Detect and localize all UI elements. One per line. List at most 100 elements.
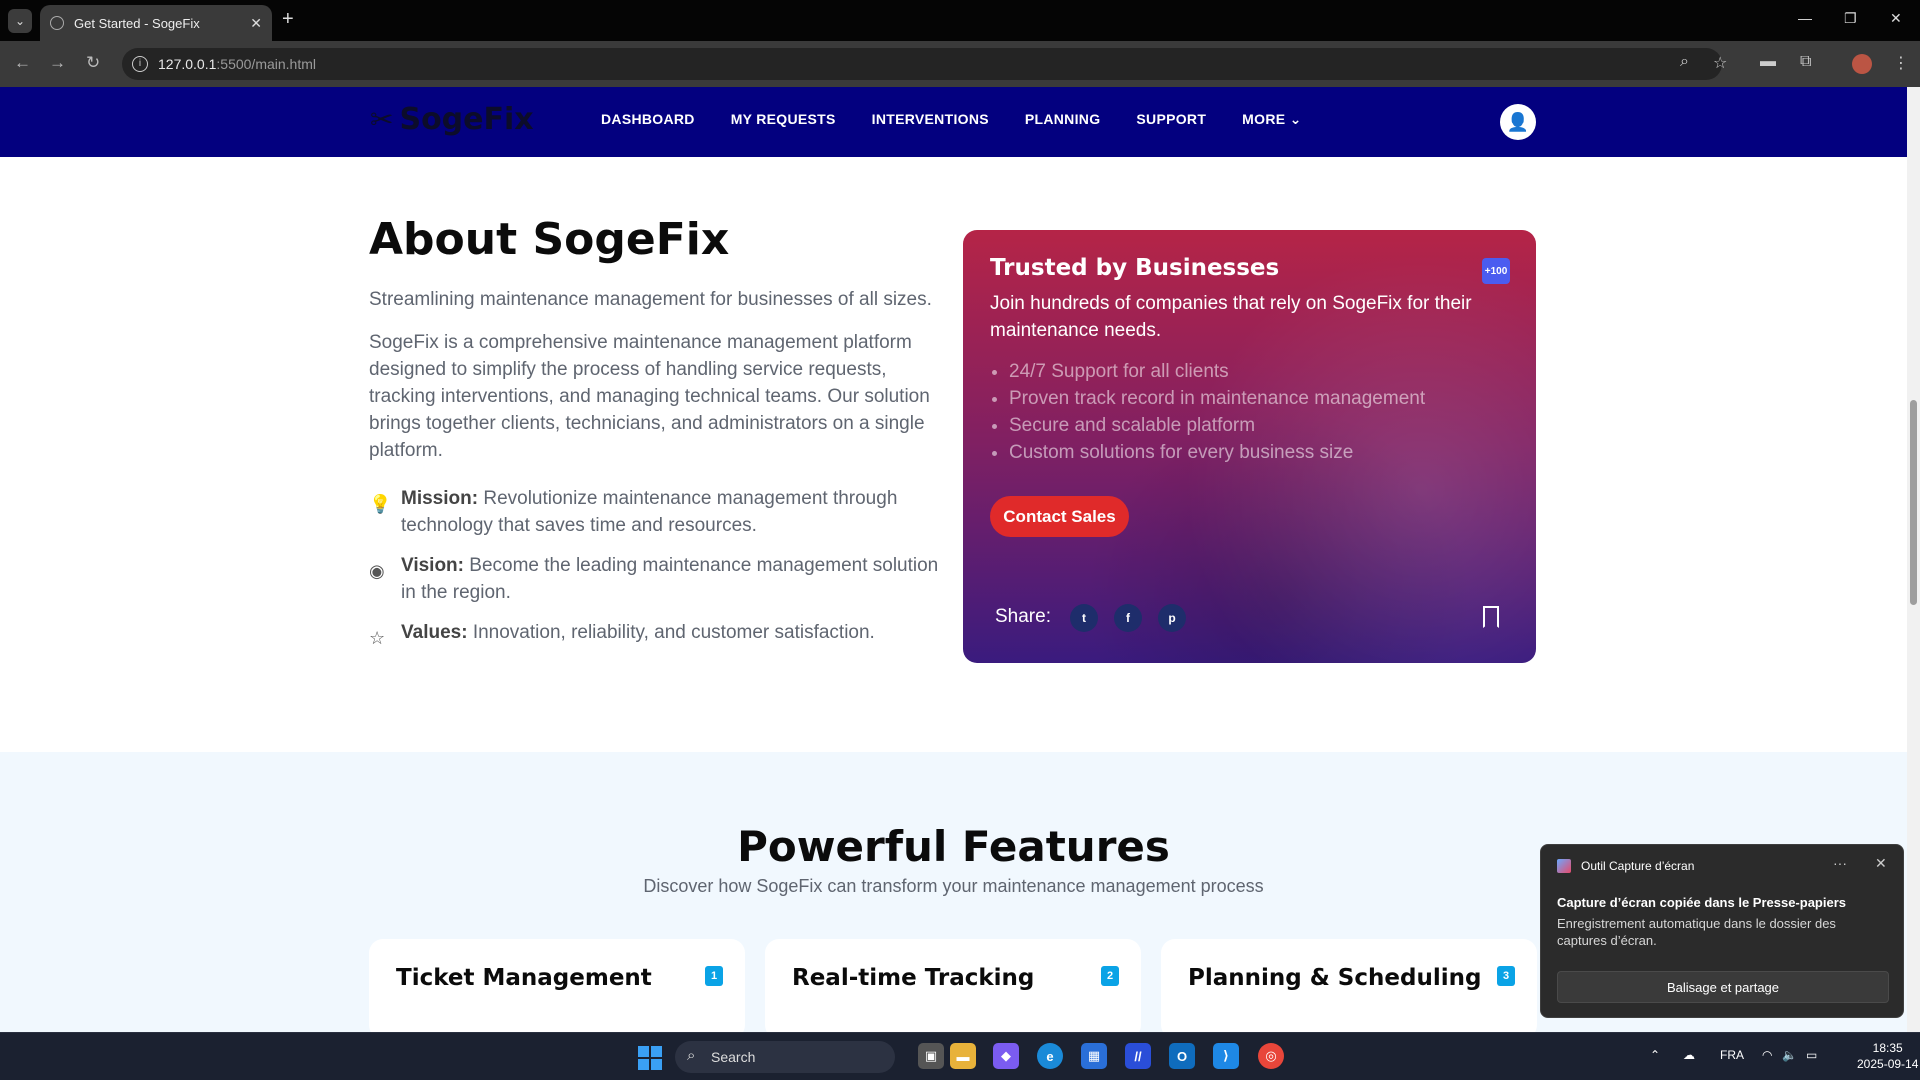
vision-text: Become the leading maintenance managemen…	[401, 555, 939, 603]
back-icon[interactable]: ←	[14, 53, 31, 73]
feature-card-title: Ticket Management	[396, 965, 652, 991]
globe-icon	[50, 16, 64, 30]
tab-title: Get Started - SogeFix	[74, 15, 200, 31]
windows-start-icon[interactable]	[638, 1046, 662, 1070]
page-scrollbar[interactable]	[1907, 87, 1920, 1032]
more-options-icon[interactable]: ···	[1833, 855, 1847, 871]
contact-sales-button[interactable]: Contact Sales	[990, 496, 1129, 537]
reload-icon[interactable]: ↻	[86, 53, 100, 73]
nav-more-label: MORE	[1242, 111, 1286, 127]
extension-icon[interactable]: ▬	[1760, 53, 1776, 71]
main-nav: DASHBOARD MY REQUESTS INTERVENTIONS PLAN…	[601, 111, 1302, 128]
close-icon[interactable]: ✕	[1875, 855, 1887, 872]
nav-support[interactable]: SUPPORT	[1136, 111, 1206, 128]
about-body: SogeFix is a comprehensive maintenance m…	[369, 332, 930, 461]
nav-planning[interactable]: PLANNING	[1025, 111, 1101, 128]
share-label: Share:	[995, 606, 1051, 627]
browser-toolbar: ← → ↻ i 127.0.0.1:5500/main.html ⌕ ☆ ▬ ⧉…	[0, 41, 1920, 87]
close-window-button[interactable]: ✕	[1890, 10, 1902, 27]
windows-taskbar: ⌕ Search ▣ ▬ ◆ e ▦ // O ⟩ ◎ ⌃ ☁ FRA ◠ 🔈 …	[0, 1032, 1920, 1080]
taskbar-search-label: Search	[711, 1049, 756, 1065]
battery-icon[interactable]: ▭	[1806, 1048, 1817, 1062]
file-explorer-icon[interactable]: ▬	[950, 1043, 976, 1069]
list-item: Custom solutions for every business size	[1009, 439, 1425, 466]
toast-header: Outil Capture d’écran	[1557, 859, 1694, 873]
clock[interactable]: 18:35 2025-09-14	[1857, 1040, 1918, 1072]
new-tab-button[interactable]: +	[282, 8, 294, 31]
minimize-button[interactable]: —	[1798, 10, 1812, 26]
chevron-down-icon: ⌄	[1289, 111, 1302, 127]
app-icon[interactable]: //	[1125, 1043, 1151, 1069]
values-item: ☆ Values: Innovation, reliability, and c…	[369, 619, 949, 648]
trusted-lead: Join hundreds of companies that rely on …	[990, 293, 1472, 341]
logo-text: SogeFix	[399, 102, 534, 137]
feature-card[interactable]: Real-time Tracking 2	[765, 939, 1141, 1032]
trusted-points: 24/7 Support for all clients Proven trac…	[1009, 358, 1425, 466]
nav-dashboard[interactable]: DASHBOARD	[601, 111, 695, 128]
forward-icon[interactable]: →	[49, 53, 66, 73]
twitter-icon[interactable]: t	[1070, 604, 1098, 632]
list-item: Secure and scalable platform	[1009, 412, 1425, 439]
trusted-title: Trusted by Businesses	[990, 255, 1280, 281]
bookmark-star-icon[interactable]: ☆	[1713, 53, 1727, 73]
user-account-button[interactable]: 👤	[1500, 104, 1536, 140]
store-icon[interactable]: ▦	[1081, 1043, 1107, 1069]
feature-card[interactable]: Ticket Management 1	[369, 939, 745, 1032]
language-indicator[interactable]: FRA	[1720, 1048, 1744, 1062]
taskbar-search[interactable]: ⌕ Search	[675, 1041, 895, 1073]
scrollbar-thumb[interactable]	[1910, 400, 1917, 605]
site-header: ✂ SogeFix DASHBOARD MY REQUESTS INTERVEN…	[0, 87, 1907, 157]
chrome-icon[interactable]: ◎	[1258, 1043, 1284, 1069]
copilot-icon[interactable]: ◆	[993, 1043, 1019, 1069]
feature-card[interactable]: Planning & Scheduling 3	[1161, 939, 1537, 1032]
wifi-icon[interactable]: ◠	[1762, 1048, 1772, 1062]
volume-icon[interactable]: 🔈	[1782, 1048, 1797, 1062]
task-view-icon[interactable]: ▣	[918, 1043, 944, 1069]
toast-title: Capture d’écran copiée dans le Presse-pa…	[1557, 895, 1847, 910]
list-item: Proven track record in maintenance manag…	[1009, 385, 1425, 412]
feature-number-badge: 1	[705, 966, 723, 986]
nav-more[interactable]: MORE ⌄	[1242, 111, 1301, 128]
lightbulb-icon: 💡	[369, 494, 392, 514]
eye-icon: ◉	[369, 561, 385, 581]
tab-search-button[interactable]: ⌄	[8, 9, 32, 33]
onedrive-icon[interactable]: ☁	[1683, 1048, 1695, 1062]
about-pillars: 💡 Mission: Revolutionize maintenance man…	[369, 485, 949, 659]
url-path: :5500/main.html	[216, 56, 316, 72]
extensions-puzzle-icon[interactable]: ⧉	[1800, 53, 1811, 71]
feature-number-badge: 2	[1101, 966, 1119, 986]
feature-card-title: Planning & Scheduling	[1188, 965, 1482, 991]
pinterest-icon[interactable]: p	[1158, 604, 1186, 632]
browser-tabbar: ⌄ Get Started - SogeFix ✕ + — ❐ ✕	[0, 0, 1920, 41]
about-subtitle: Streamlining maintenance management for …	[369, 289, 932, 310]
restore-button[interactable]: ❐	[1844, 10, 1857, 27]
site-info-icon[interactable]: i	[132, 56, 148, 72]
vscode-icon[interactable]: ⟩	[1213, 1043, 1239, 1069]
profile-avatar[interactable]	[1852, 54, 1872, 74]
toast-body: Enregistrement automatique dans le dossi…	[1557, 916, 1836, 948]
facebook-icon[interactable]: f	[1114, 604, 1142, 632]
nav-interventions[interactable]: INTERVENTIONS	[872, 111, 989, 128]
user-icon: 👤	[1506, 111, 1530, 132]
zoom-icon[interactable]: ⌕	[1680, 53, 1689, 71]
about-title: About SogeFix	[369, 214, 730, 265]
list-item: 24/7 Support for all clients	[1009, 358, 1425, 385]
close-tab-icon[interactable]: ✕	[250, 15, 262, 32]
feature-card-title: Real-time Tracking	[792, 965, 1035, 991]
edge-icon[interactable]: e	[1037, 1043, 1063, 1069]
star-icon: ☆	[369, 628, 386, 648]
outlook-icon[interactable]: O	[1169, 1043, 1195, 1069]
feature-number-badge: 3	[1497, 966, 1515, 986]
trusted-card: Trusted by Businesses +100 Join hundreds…	[963, 230, 1536, 663]
clock-time: 18:35	[1872, 1041, 1903, 1055]
menu-kebab-icon[interactable]: ⋮	[1893, 53, 1909, 73]
clock-date: 2025-09-14	[1857, 1057, 1919, 1071]
markup-share-button[interactable]: Balisage et partage	[1557, 971, 1889, 1003]
mission-item: 💡 Mission: Revolutionize maintenance man…	[369, 485, 949, 539]
chevron-up-icon[interactable]: ⌃	[1650, 1048, 1660, 1062]
address-bar[interactable]: i 127.0.0.1:5500/main.html	[122, 48, 1722, 80]
nav-my-requests[interactable]: MY REQUESTS	[731, 111, 836, 128]
snipping-tool-notification: Outil Capture d’écran ··· ✕ Capture d’éc…	[1540, 844, 1904, 1018]
browser-tab[interactable]: Get Started - SogeFix ✕	[40, 5, 272, 41]
site-logo[interactable]: ✂ SogeFix	[370, 102, 534, 137]
